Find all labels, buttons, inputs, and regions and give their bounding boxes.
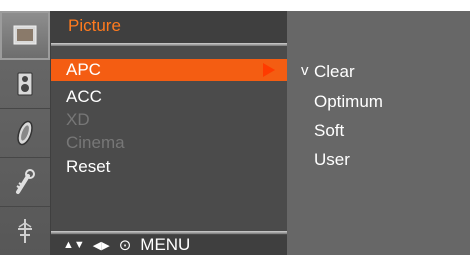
antenna-icon: [18, 219, 32, 243]
submenu-arrow-icon: [263, 63, 275, 77]
menu-item-label: APC: [66, 60, 101, 79]
menu-item-acc[interactable]: ACC: [51, 86, 287, 108]
check-icon: v: [301, 62, 309, 79]
submenu-item-optimum[interactable]: Optimum: [301, 92, 383, 112]
submenu-item-label: Clear: [314, 62, 355, 81]
menu-item-cinema: Cinema: [51, 132, 287, 154]
submenu-item-soft[interactable]: Soft: [301, 121, 344, 141]
footer-hints: ▲▼ ◀▶ ⊙ MENU: [51, 235, 287, 255]
submenu-item-label: Soft: [314, 121, 345, 140]
menu-item-xd: XD: [51, 109, 287, 131]
menu-item-label: Cinema: [66, 133, 125, 152]
submenu-item-clear[interactable]: v Clear: [301, 62, 355, 82]
submenu-item-label: Optimum: [314, 92, 383, 111]
submenu-item-user[interactable]: User: [301, 150, 350, 170]
submenu-item-label: User: [314, 150, 350, 169]
category-sidebar: [0, 11, 51, 255]
menu-panel: Picture APC ACC XD Cinema Reset ▲▼ ◀▶ ⊙ …: [51, 11, 287, 255]
category-time[interactable]: [0, 109, 50, 158]
category-picture[interactable]: [0, 11, 50, 60]
menu-item-apc[interactable]: APC: [51, 59, 287, 81]
menu-item-reset[interactable]: Reset: [51, 156, 287, 178]
updown-arrows-icon: ▲▼: [63, 239, 85, 251]
picture-icon: [13, 25, 37, 45]
menu-item-label: XD: [66, 110, 90, 129]
menu-item-label: Reset: [66, 157, 111, 176]
check-slot: [301, 150, 314, 170]
title-bar: Picture: [51, 11, 287, 43]
leftright-arrows-icon: ◀▶: [92, 239, 110, 252]
category-station[interactable]: [0, 207, 50, 255]
check-slot: [301, 121, 314, 141]
title-divider: [51, 43, 287, 46]
check-slot: [301, 92, 314, 112]
clock-icon: [17, 120, 33, 146]
category-audio[interactable]: [0, 60, 50, 109]
osd-menu: Picture APC ACC XD Cinema Reset ▲▼ ◀▶ ⊙ …: [0, 11, 470, 255]
ok-icon: ⊙: [118, 237, 132, 254]
speaker-icon: [17, 72, 33, 96]
key-icon: [16, 169, 35, 194]
category-option[interactable]: [0, 158, 50, 207]
footer-divider: [51, 231, 287, 234]
menu-hint-label: MENU: [140, 235, 191, 254]
menu-item-label: ACC: [66, 87, 102, 106]
menu-title: Picture: [68, 16, 121, 35]
submenu-panel: v Clear Optimum Soft User: [287, 11, 470, 255]
